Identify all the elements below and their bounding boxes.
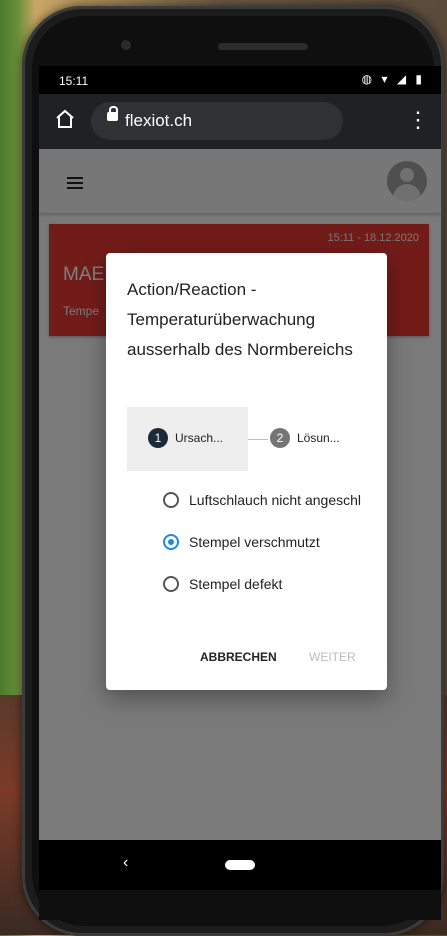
url-text: flexiot.ch [125, 111, 193, 130]
radio-unchecked-icon[interactable] [163, 492, 179, 508]
option-label: Stempel verschmutzt [189, 534, 320, 550]
lock-icon [107, 106, 118, 121]
status-bar: 15:11 ◍ ▾ ◢ ▮ [39, 66, 441, 94]
browser-toolbar: flexiot.ch ⋮ [39, 94, 441, 149]
step-connector [248, 439, 268, 440]
status-time: 15:11 [59, 74, 89, 88]
back-nav-icon[interactable]: ‹ [123, 854, 128, 872]
option-stempel-verschmutzt[interactable]: Stempel verschmutzt [163, 531, 383, 573]
option-luftschlauch[interactable]: Luftschlauch nicht angeschl [163, 489, 383, 531]
dialog-actions: ABBRECHEN WEITER [106, 648, 387, 668]
home-pill-icon[interactable] [225, 860, 255, 870]
phone-screen: 15:11 ◍ ▾ ◢ ▮ flexiot.ch ⋮ Action/Reacti… [39, 66, 441, 890]
next-button[interactable]: WEITER [309, 650, 356, 664]
step-2-number: 2 [270, 428, 290, 448]
stepper: 1 Ursach... 2 Lösun... [127, 407, 372, 471]
step-2[interactable]: 2 Lösun... [270, 428, 340, 450]
step-1-label: Ursach... [175, 431, 224, 445]
cancel-button[interactable]: ABBRECHEN [200, 650, 277, 664]
step-2-label: Lösun... [297, 431, 340, 445]
front-camera [121, 40, 131, 50]
url-bar[interactable]: flexiot.ch [91, 102, 343, 140]
option-stempel-defekt[interactable]: Stempel defekt [163, 573, 383, 615]
signal-icon: ◢ [396, 72, 410, 86]
browser-menu-button[interactable]: ⋮ [407, 107, 429, 133]
home-icon [56, 109, 74, 128]
step-1[interactable]: 1 Ursach... [148, 428, 223, 450]
option-label: Stempel defekt [189, 576, 283, 592]
earpiece-speaker [218, 43, 308, 50]
home-button[interactable] [53, 107, 77, 131]
dialog-title: Action/Reaction - Temperaturüberwachung … [127, 280, 353, 359]
step-1-number: 1 [148, 428, 168, 448]
radio-unchecked-icon[interactable] [163, 576, 179, 592]
option-label: Luftschlauch nicht angeschl [189, 492, 361, 508]
system-nav-bar: ‹ [39, 840, 441, 890]
cause-options: Luftschlauch nicht angeschl Stempel vers… [163, 489, 383, 615]
action-reaction-dialog: Action/Reaction - Temperaturüberwachung … [106, 253, 387, 690]
status-icons: ◍ ▾ ◢ ▮ [362, 72, 425, 86]
phone-chin [39, 890, 441, 920]
vibrate-icon: ◍ [361, 72, 376, 86]
radio-checked-icon[interactable] [163, 534, 179, 550]
battery-icon: ▮ [415, 72, 425, 86]
wifi-icon: ▾ [381, 72, 391, 86]
